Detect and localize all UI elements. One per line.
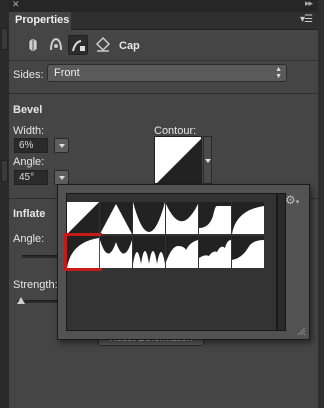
select-arrows-icon: ▲ ▼ bbox=[275, 66, 282, 80]
close-icon[interactable]: ✕ bbox=[12, 0, 20, 10]
adjacent-panel-button[interactable] bbox=[1, 28, 8, 50]
collapse-icon[interactable]: ▸▸ bbox=[305, 0, 313, 9]
contour-preset-ring-double[interactable] bbox=[133, 236, 165, 268]
adjacent-panel-strip bbox=[0, 0, 9, 408]
bevel-heading: Bevel bbox=[13, 104, 43, 116]
contour-preset-grid bbox=[64, 193, 277, 331]
coordinates-mode-icon[interactable] bbox=[93, 35, 113, 55]
mesh-mode-icon[interactable] bbox=[23, 35, 43, 55]
3d-mode-toolbar: Cap bbox=[9, 31, 318, 61]
contour-preset-rolling-slope[interactable] bbox=[166, 236, 198, 268]
bevel-angle-field[interactable]: 45° bbox=[14, 170, 48, 185]
contour-preset-cone[interactable] bbox=[100, 202, 132, 234]
tab-properties[interactable]: Properties bbox=[9, 12, 71, 30]
contour-preset-cove-deep[interactable] bbox=[133, 202, 165, 234]
contour-preset-sawtooth[interactable] bbox=[232, 236, 264, 268]
gear-icon[interactable]: ⚙▾ bbox=[285, 193, 307, 209]
bevel-angle-dropdown[interactable] bbox=[54, 170, 69, 185]
picker-scrollbar[interactable] bbox=[277, 193, 286, 331]
section-divider bbox=[9, 93, 318, 94]
contour-preset-half-round[interactable] bbox=[232, 202, 264, 234]
contour-picker-popup: ⚙▾ bbox=[57, 184, 310, 340]
bevel-width-label: Width: bbox=[13, 125, 45, 137]
contour-preset-ring[interactable] bbox=[100, 236, 132, 268]
contour-preset-log-selected[interactable] bbox=[64, 233, 102, 271]
contour-preset-rounded-steps[interactable] bbox=[199, 236, 231, 268]
contour-preview[interactable] bbox=[154, 136, 202, 184]
contour-preset-gaussian[interactable] bbox=[199, 202, 231, 234]
bevel-angle-label: Angle: bbox=[13, 156, 45, 168]
inflate-angle-slider[interactable] bbox=[22, 255, 60, 258]
adjacent-panel-button[interactable] bbox=[1, 160, 8, 182]
contour-preset-linear-reverse[interactable] bbox=[67, 202, 99, 234]
adjacent-panel-strip-right bbox=[318, 0, 324, 408]
inflate-strength-thumb[interactable] bbox=[17, 297, 25, 304]
cap-mode-icon[interactable] bbox=[68, 35, 88, 55]
mode-label: Cap bbox=[119, 40, 140, 52]
bevel-width-dropdown[interactable] bbox=[54, 138, 69, 153]
deform-mode-icon[interactable] bbox=[46, 35, 66, 55]
sides-label: Sides: bbox=[13, 69, 44, 81]
inflate-angle-label: Angle: bbox=[13, 233, 45, 245]
panel-menu-icon[interactable]: ▾☰ bbox=[300, 14, 313, 25]
bevel-width-field[interactable]: 6% bbox=[14, 138, 48, 153]
sides-value: Front bbox=[54, 67, 80, 79]
contour-dropdown[interactable] bbox=[203, 136, 212, 184]
inflate-strength-label: Strength: bbox=[13, 279, 58, 291]
sides-select[interactable]: Front ▲ ▼ bbox=[47, 64, 287, 82]
contour-preset-cove-shallow[interactable] bbox=[166, 202, 198, 234]
resize-grip-icon[interactable] bbox=[296, 326, 306, 336]
panel-titlebar[interactable]: ✕ ▸▸ bbox=[9, 0, 318, 12]
panel-tab-row: Properties ▾☰ bbox=[9, 12, 318, 30]
inflate-heading: Inflate bbox=[13, 208, 46, 220]
